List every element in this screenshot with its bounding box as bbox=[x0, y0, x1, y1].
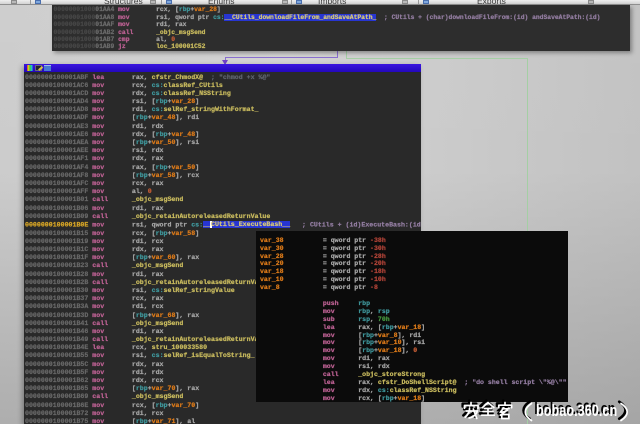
svg-text:bobao.360.cn: bobao.360.cn bbox=[536, 402, 617, 420]
